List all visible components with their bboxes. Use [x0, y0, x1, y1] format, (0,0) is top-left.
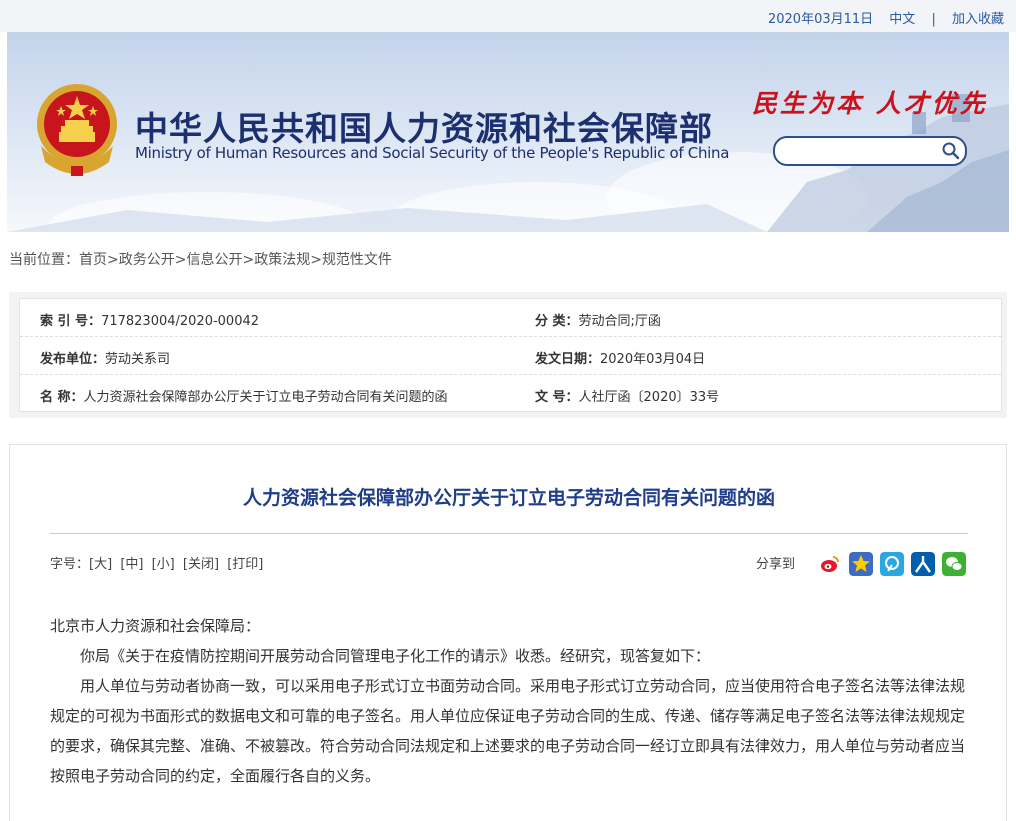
close-button[interactable]: [关闭]: [183, 557, 219, 572]
publisher: 发布单位：劳动关系司: [40, 352, 171, 367]
tencent-weibo-icon[interactable]: [880, 552, 904, 576]
article-title: 人力资源社会保障部办公厅关于订立电子劳动合同有关问题的函: [242, 487, 775, 509]
breadcrumb-prefix: 当前位置：: [9, 252, 79, 268]
search-box: [773, 136, 967, 166]
top-links: 2020年03月11日 中文 | 加入收藏: [768, 8, 1004, 27]
font-large-button[interactable]: [大]: [89, 557, 112, 572]
meta-row: 发布单位：劳动关系司 发文日期：2020年03月04日: [20, 337, 1001, 375]
issue-date: 发文日期：2020年03月04日: [535, 352, 706, 367]
wechat-icon[interactable]: [942, 552, 966, 576]
meta-row: 索 引 号：717823004/2020-00042 分 类：劳动合同;厅函: [20, 299, 1001, 337]
site-slogan: 民生为本 人才优先: [752, 89, 988, 118]
font-size-toolbar: 字号：[大] [中] [小] [关闭] [打印]: [50, 553, 263, 572]
breadcrumb-separator: >: [310, 252, 322, 268]
site-title: 中华人民共和国人力资源和社会保障部: [135, 109, 713, 148]
breadcrumb-normative-docs[interactable]: 规范性文件: [322, 252, 392, 268]
font-small-button[interactable]: [小]: [152, 557, 175, 572]
meta-row: 名 称：人力资源社会保障部办公厅关于订立电子劳动合同有关问题的函 文 号：人社厅…: [20, 375, 1001, 413]
top-separator: |: [931, 12, 936, 27]
paragraph: 你局《关于在疫情防控期间开展劳动合同管理电子化工作的请示》收悉。经研究，现答复如…: [80, 647, 711, 665]
document-name: 名 称：人力资源社会保障部办公厅关于订立电子劳动合同有关问题的函: [40, 390, 448, 405]
article: 人力资源社会保障部办公厅关于订立电子劳动合同有关问题的函 字号：[大] [中] …: [9, 444, 1007, 821]
top-bar: 2020年03月11日 中文 | 加入收藏: [0, 0, 1016, 32]
divider: [50, 533, 968, 534]
weibo-icon[interactable]: [818, 552, 842, 576]
site-title-english: Ministry of Human Resources and Social S…: [135, 144, 730, 162]
search-input[interactable]: [785, 141, 939, 161]
index-number: 索 引 号：717823004/2020-00042: [40, 314, 260, 329]
paragraph: 用人单位与劳动者协商一致，可以采用电子形式订立书面劳动合同。采用电子形式订立劳动…: [50, 677, 966, 785]
national-emblem-icon: [37, 84, 117, 176]
document-number: 文 号：人社厅函〔2020〕33号: [535, 390, 720, 405]
font-medium-button[interactable]: [中]: [120, 557, 143, 572]
breadcrumb-policy-law[interactable]: 政策法规: [254, 252, 310, 268]
language-link-chinese[interactable]: 中文: [889, 12, 915, 27]
add-bookmark-link[interactable]: 加入收藏: [952, 12, 1004, 27]
breadcrumb-separator: >: [107, 252, 119, 268]
salutation: 北京市人力资源和社会保障局：: [50, 617, 261, 635]
article-body: 北京市人力资源和社会保障局： 你局《关于在疫情防控期间开展劳动合同管理电子化工作…: [50, 611, 970, 791]
qzone-icon[interactable]: [849, 552, 873, 576]
renren-icon[interactable]: [911, 552, 935, 576]
share-label: 分享到: [756, 557, 796, 572]
print-button[interactable]: [打印]: [227, 557, 263, 572]
breadcrumb-home[interactable]: 首页: [79, 252, 107, 268]
search-icon[interactable]: [941, 141, 961, 161]
breadcrumb-separator: >: [174, 252, 187, 268]
breadcrumb-separator: >: [242, 252, 255, 268]
breadcrumb-info-disclosure[interactable]: 信息公开: [186, 252, 242, 268]
breadcrumb: 当前位置：首页>政务公开>信息公开>政策法规>规范性文件: [9, 249, 392, 269]
category: 分 类：劳动合同;厅函: [535, 314, 661, 329]
header-banner: 中华人民共和国人力资源和社会保障部 Ministry of Human Reso…: [7, 32, 1009, 232]
current-date: 2020年03月11日: [767, 12, 874, 27]
document-metadata: 索 引 号：717823004/2020-00042 分 类：劳动合同;厅函 发…: [9, 292, 1007, 418]
font-size-label: 字号：: [50, 557, 90, 572]
breadcrumb-gov-affairs[interactable]: 政务公开: [119, 252, 175, 268]
